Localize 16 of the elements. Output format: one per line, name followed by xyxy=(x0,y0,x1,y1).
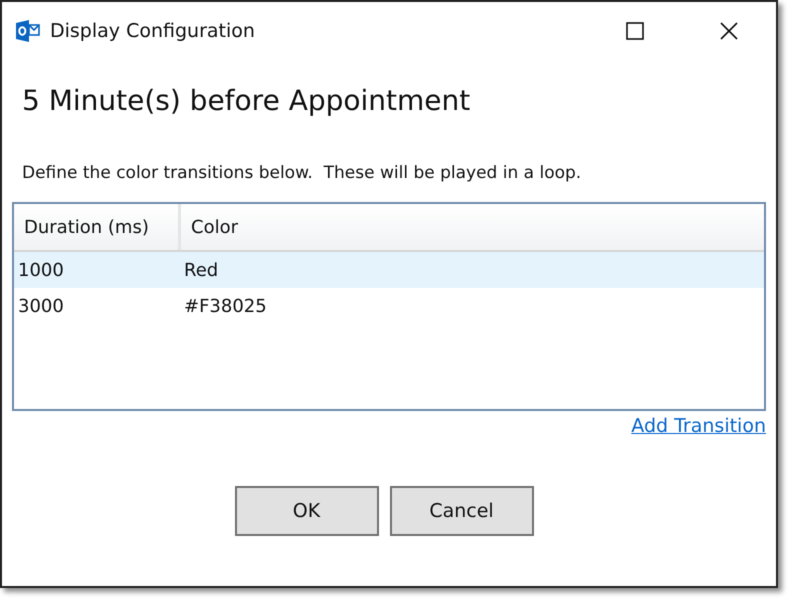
dialog-button[interactable]: OK xyxy=(234,486,378,536)
dialog-heading: 5 Minute(s) before Appointment xyxy=(22,84,472,117)
mail-app-icon xyxy=(16,20,40,42)
maximize-icon xyxy=(626,22,644,40)
table-cell-text: 1000 xyxy=(17,260,65,280)
table-cell-text: 3000 xyxy=(17,296,65,316)
table-row[interactable]: 3000 #F38025 xyxy=(14,288,764,324)
column-header[interactable]: Color xyxy=(181,204,764,250)
table-cell-text: #F38025 xyxy=(183,296,268,316)
table-cell-text: Red xyxy=(183,260,220,280)
add-transition-link[interactable]: Add Transition xyxy=(631,415,766,437)
close-icon xyxy=(720,22,738,40)
dialog-button[interactable]: Cancel xyxy=(390,486,534,536)
table-row[interactable]: 1000 Red xyxy=(14,252,764,288)
description-text: Define the color transitions below. These will be played in a loop. xyxy=(22,163,582,183)
window-title: Display Configuration xyxy=(50,20,255,42)
